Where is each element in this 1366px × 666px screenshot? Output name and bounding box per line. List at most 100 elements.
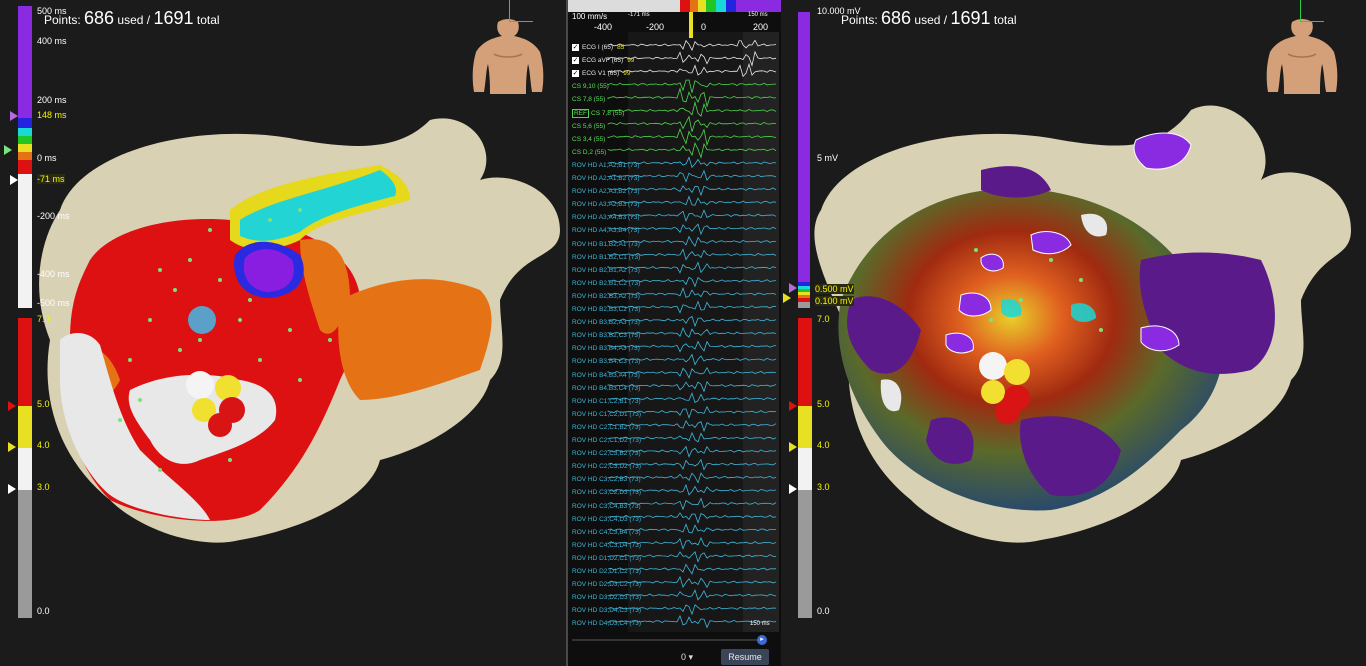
channel-name: ROV HD B1,B2,A1 (73) [572, 240, 640, 248]
voltage-color-scale[interactable] [798, 318, 812, 618]
channel-label[interactable]: ROV HD D3,D2,C3 (73) [572, 594, 641, 601]
channel-label[interactable]: ROV HD C3,C2,D3 (73) [572, 489, 641, 496]
channel-label[interactable]: ROV HD D4,D3,C4 (73) [572, 620, 641, 627]
channel-label[interactable]: ROV HD B4,B3,A4 (73) [572, 372, 640, 379]
channel-label[interactable]: ROV HD C2,C3,D2 (73) [572, 463, 641, 470]
channel-label[interactable]: ROV HD B4,B3,C4 (73) [572, 385, 640, 392]
torso-orientation-icon[interactable] [468, 18, 548, 96]
channel-checkbox[interactable]: ✓ [572, 57, 579, 65]
window-slider[interactable] [568, 0, 781, 12]
voltage-label-3: 3.0 [817, 482, 830, 492]
channel-label[interactable]: REF CS 7,8 (55) [572, 108, 624, 118]
channel-checkbox[interactable]: ✓ [572, 44, 579, 51]
channel-label[interactable]: ROV HD C4,C3,B4 (73) [572, 529, 641, 536]
channel-label[interactable]: ROV HD D1,D2,C1 (73) [572, 555, 641, 562]
bipolar-upper-handle[interactable] [789, 283, 797, 293]
channel-label[interactable]: CS 9,10 (55) [572, 83, 609, 90]
voltage-red-handle[interactable] [789, 401, 797, 411]
channel-label[interactable]: ROV HD B1,B2,A1 (73) [572, 241, 640, 248]
channel-label[interactable]: ROV HD B2,B3,A2 (73) [572, 293, 640, 300]
channel-label[interactable]: ROV HD A2,A1,B2 (73) [572, 175, 640, 182]
channel-value: 99 [627, 57, 635, 65]
channel-label[interactable]: ROV HD A3,A2,B3 (73) [572, 201, 640, 208]
channel-name: ROV HD D2,D3,C2 (73) [572, 581, 641, 589]
channel-label[interactable]: ROV HD B2,B1,C2 (73) [572, 280, 640, 287]
channel-label[interactable]: CS D,2 (55) [572, 149, 606, 156]
channel-label[interactable]: CS 3,4 (55) [572, 136, 605, 143]
channel-name: ROV HD B2,B1,C2 (73) [572, 279, 641, 287]
tick-200: 200 [753, 22, 769, 32]
channel-name: ROV HD A1,A2,B1 (73) [572, 161, 640, 169]
torso-orientation-icon[interactable] [1262, 18, 1342, 96]
lat-label-min: -500 ms [37, 298, 70, 308]
right-map-panel[interactable]: Points: 686 used / 1691 total 10.000 mV … [781, 0, 1366, 666]
channel-label[interactable]: ROV HD B3,B4,A3 (73) [572, 345, 640, 352]
channel-label[interactable]: ✓ ECG V1 (65) 99 [572, 70, 630, 77]
channel-label[interactable]: ROV HD D3,D4,C3 (73) [572, 607, 641, 614]
channel-name: ROV HD C2,C1,D2 (73) [572, 437, 641, 444]
channel-name: ROV HD B4,B3,A4 (73) [572, 371, 640, 379]
channel-label[interactable]: ROV HD B2,B1,A2 (73) [572, 267, 640, 274]
bipolar-label-max: 10.000 mV [817, 6, 861, 16]
voltage-map[interactable] [781, 0, 1366, 666]
voltage-white-handle[interactable] [789, 484, 797, 494]
timeline-scrubber[interactable] [572, 639, 762, 641]
channel-label[interactable]: ROV HD D2,D1,C2 (73) [572, 568, 641, 575]
channel-label[interactable]: ROV HD C3,C4,D3 (73) [572, 516, 641, 523]
offset-select[interactable]: 0 ▾ [681, 652, 693, 663]
channel-label[interactable]: CS 5,6 (55) [572, 123, 605, 130]
lat-activation-map[interactable] [0, 0, 566, 666]
channel-name: ROV HD B3,B2,A3 (73) [572, 319, 640, 327]
channel-label[interactable]: ROV HD C4,C3,D4 (73) [572, 542, 641, 549]
channel-label[interactable]: ROV HD C1,C2,D1 (73) [572, 411, 641, 418]
ecg-signal-panel[interactable]: 100 mm/s -171 ms 150 ms -400 -200 0 200 … [566, 0, 783, 666]
channel-name: ROV HD A2,A1,B2 (73) [572, 175, 640, 182]
channel-label[interactable]: ROV HD B3,B4,C3 (73) [572, 358, 640, 365]
voltage-red-handle[interactable] [8, 401, 16, 411]
channel-name: CS 9,10 (55) [572, 83, 609, 91]
channel-label[interactable]: ROV HD A4,A3,B4 (73) [572, 227, 640, 234]
channel-label[interactable]: ROV HD C2,C3,B2 (73) [572, 450, 641, 457]
lat-reference-handle[interactable] [4, 145, 12, 155]
lat-upper-handle[interactable] [10, 111, 18, 121]
play-icon[interactable]: ▸ [757, 635, 767, 645]
channel-label[interactable]: ROV HD A3,A4,B3 (73) [572, 214, 640, 221]
channel-label[interactable]: ROV HD C2,C1,D2 (73) [572, 437, 641, 444]
bipolar-color-scale[interactable] [798, 12, 810, 308]
channel-label[interactable]: ROV HD C3,C2,B3 (73) [572, 476, 641, 483]
channel-label[interactable]: ROV HD A2,A3,B2 (73) [572, 188, 640, 195]
channel-label[interactable]: ROV HD C3,C4,B3 (73) [572, 503, 641, 510]
chevron-down-icon: ▾ [688, 652, 694, 662]
channel-label[interactable]: ROV HD B1,B2,C1 (73) [572, 254, 640, 261]
left-map-panel[interactable]: Points: 686 used / 1691 total 500 ms 400… [0, 0, 566, 666]
channel-label[interactable]: ROV HD B3,B2,C3 (73) [572, 332, 640, 339]
reference-line[interactable] [689, 12, 693, 38]
channel-label[interactable]: ROV HD C2,C1,B2 (73) [572, 424, 641, 431]
channel-name: ROV HD A4,A3,B4 (73) [572, 227, 640, 235]
channel-label[interactable]: CS 7,8 (55) [572, 96, 605, 103]
channel-name: ROV HD C3,C4,D3 (73) [572, 515, 641, 523]
voltage-label-4: 4.0 [817, 440, 830, 450]
channel-checkbox[interactable]: ✓ [572, 70, 579, 78]
voltage-yellow-handle[interactable] [789, 442, 797, 452]
voltage-color-scale[interactable] [18, 318, 32, 618]
channel-label[interactable]: ROV HD D2,D3,C2 (73) [572, 581, 641, 588]
channel-label[interactable]: ROV HD B3,B2,A3 (73) [572, 319, 640, 326]
channel-label[interactable]: ✓ ECG aVF (65) 99 [572, 57, 634, 64]
lat-lower-handle[interactable] [10, 175, 18, 185]
lat-label-neg400: -400 ms [37, 269, 70, 279]
channel-label[interactable]: ROV HD B2,B3,C2 (73) [572, 306, 640, 313]
resume-button[interactable]: Resume [721, 649, 769, 665]
voltage-white-handle[interactable] [8, 484, 16, 494]
channel-name: ROV HD A3,A4,B3 (73) [572, 214, 640, 222]
bipolar-lower-handle[interactable] [783, 293, 791, 303]
channel-label[interactable]: ✓ ECG I (65) 85 [572, 44, 624, 51]
offset-value: 0 [681, 652, 687, 662]
points-used: 686 [881, 8, 912, 28]
used-label: used / [914, 13, 948, 27]
channel-name: ROV HD B2,B3,A2 (73) [572, 292, 640, 300]
voltage-yellow-handle[interactable] [8, 442, 16, 452]
lat-color-scale[interactable] [18, 6, 32, 308]
channel-label[interactable]: ROV HD C1,C2,B1 (73) [572, 398, 641, 405]
channel-label[interactable]: ROV HD A1,A2,B1 (73) [572, 162, 640, 169]
